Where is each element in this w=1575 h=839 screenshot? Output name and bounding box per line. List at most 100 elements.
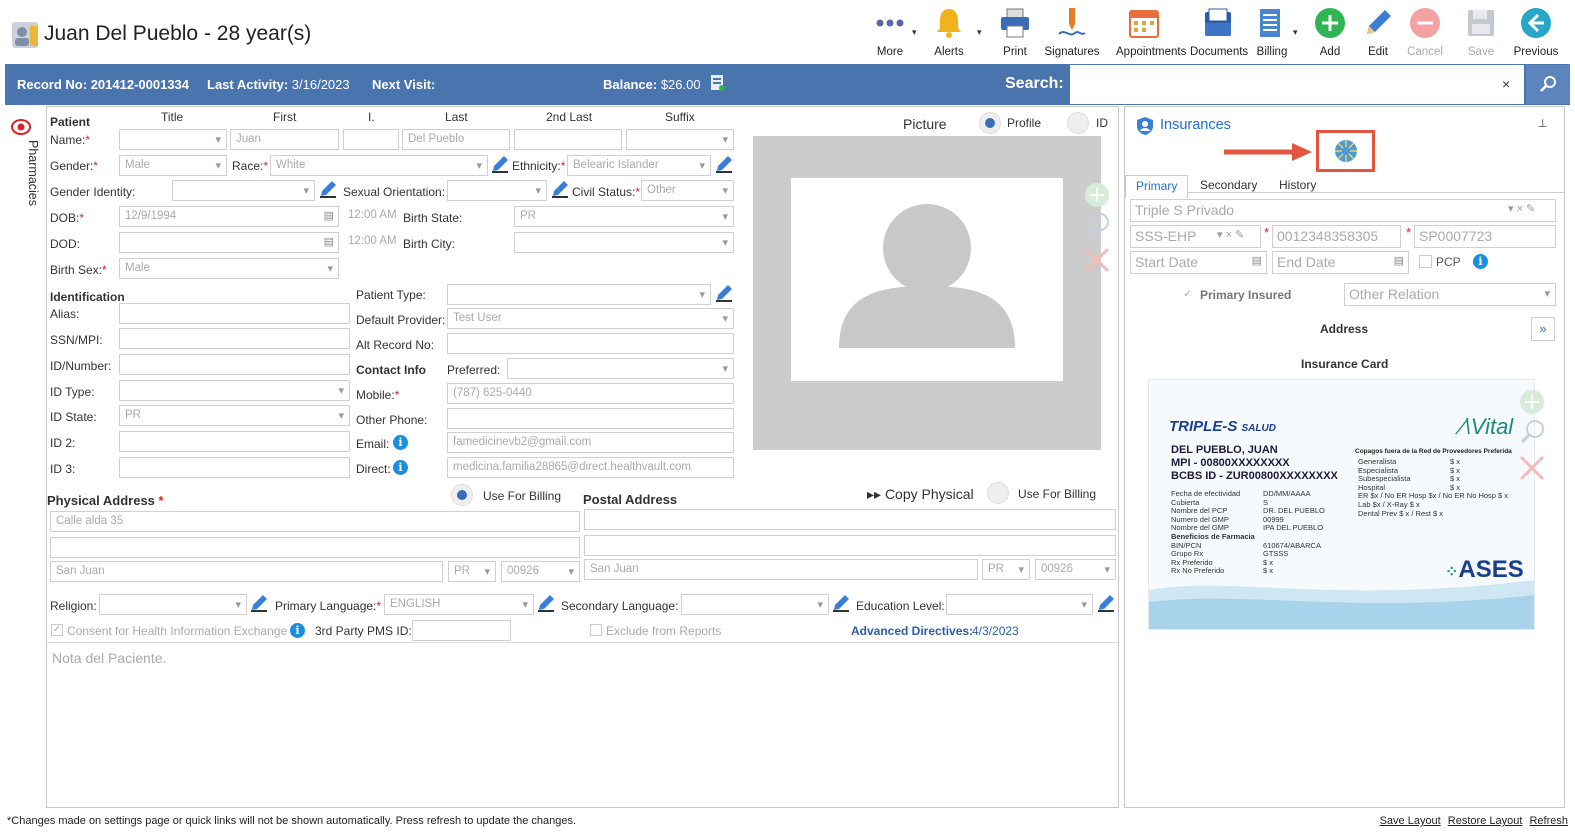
physical-address-line1-input[interactable]: Calle alda 35 [50,511,580,532]
other-phone-input[interactable] [447,408,734,429]
birth-state-select[interactable]: PR [514,206,734,227]
gender-select[interactable]: Male [119,155,227,176]
ethnicity-edit-pencil-icon[interactable] [714,154,734,174]
dod-time-input[interactable]: 12:00 AM [343,232,399,253]
first-name-input[interactable]: Juan [230,129,339,150]
birth-city-select[interactable] [514,232,734,253]
print-button[interactable]: Print [987,6,1043,58]
insurance-plan-select[interactable]: Triple S Privado [1130,199,1556,222]
postal-use-for-billing-radio[interactable] [987,482,1009,504]
alerts-button[interactable]: Alerts [921,6,977,58]
pharmacies-tab[interactable]: Pharmacies [26,140,40,206]
photo-zoom-icon[interactable] [1082,210,1112,240]
physical-zip-select[interactable]: 00926 [501,561,580,582]
id-type-select[interactable] [119,380,350,401]
id-state-select[interactable]: PR [119,405,350,426]
tab-secondary[interactable]: Secondary [1190,175,1267,199]
physical-use-for-billing-radio[interactable] [451,484,473,506]
second-last-name-input[interactable] [514,129,622,150]
save-layout-link[interactable]: Save Layout [1380,815,1441,827]
address-expand-chevron-icon[interactable]: » [1531,317,1555,341]
card-zoom-icon[interactable] [1517,417,1547,447]
alerts-caret-icon[interactable]: ▾ [977,27,982,38]
email-info-icon[interactable]: i [393,435,408,450]
tab-history[interactable]: History [1269,175,1326,199]
insurance-start-date-input[interactable]: Start Date [1130,251,1267,274]
copy-physical-button[interactable]: ▸▸ Copy Physical [867,486,974,503]
card-add-icon[interactable] [1517,387,1547,417]
billing-caret-icon[interactable]: ▾ [1293,27,1298,38]
balance-ledger-icon[interactable] [710,74,726,92]
id-number-input[interactable] [119,354,350,375]
more-button[interactable]: More [862,6,918,58]
ssn-input[interactable] [119,328,350,349]
photo-add-icon[interactable] [1082,180,1112,210]
photo-delete-icon[interactable] [1082,245,1112,275]
profile-radio[interactable] [979,112,1001,134]
exclude-reports-checkbox[interactable] [590,624,602,636]
insurance-end-date-input[interactable]: End Date [1272,251,1409,274]
pharmacies-eye-icon[interactable] [11,118,31,136]
postal-address-line2-input[interactable] [584,535,1116,556]
consent-checkbox[interactable]: ✓ [51,624,63,636]
patient-note-textarea[interactable]: Nota del Paciente. [52,650,166,666]
education-level-select[interactable] [946,594,1093,615]
email-input[interactable]: famedicinevb2@gmail.com [447,432,734,453]
cancel-button[interactable]: Cancel [1397,6,1453,58]
sexual-orientation-select[interactable] [447,180,547,201]
signatures-button[interactable]: Signatures [1044,6,1100,58]
documents-button[interactable]: Documents [1190,6,1248,58]
race-select[interactable]: White [270,155,488,176]
gender-identity-edit-pencil-icon[interactable] [318,179,338,199]
physical-state-select[interactable]: PR [448,561,496,582]
religion-select[interactable] [99,594,247,615]
physical-city-input[interactable]: San Juan [50,561,443,582]
billing-button[interactable]: Billing [1244,6,1300,58]
advanced-directives-value[interactable]: 4/3/2023 [972,624,1019,638]
id-radio[interactable] [1067,112,1089,134]
secondary-language-edit-pencil-icon[interactable] [831,593,851,613]
pin-icon[interactable]: ⊥ [1538,117,1548,130]
card-delete-icon[interactable] [1517,453,1547,483]
gender-identity-select[interactable] [172,180,315,201]
middle-initial-input[interactable] [343,129,399,150]
consent-info-icon[interactable]: i [290,623,305,638]
alias-input[interactable] [119,303,350,324]
secondary-language-select[interactable] [681,594,829,615]
patient-type-select[interactable] [447,284,711,305]
insurance-plan-controls[interactable]: ▾ × ✎ [1508,202,1535,215]
dob-time-input[interactable]: 12:00 AM [343,206,399,227]
id3-input[interactable] [119,457,350,478]
primary-language-select[interactable]: ENGLISH [384,594,534,615]
more-caret-icon[interactable]: ▾ [912,27,917,38]
primary-insured-checkbox[interactable]: ✓ [1183,287,1192,300]
search-button[interactable] [1526,65,1570,104]
appointments-button[interactable]: Appointments [1116,6,1186,58]
race-edit-pencil-icon[interactable] [490,154,510,174]
previous-button[interactable]: Previous [1508,6,1564,58]
alt-record-input[interactable] [447,333,734,354]
tab-primary[interactable]: Primary [1125,175,1189,199]
search-clear-button[interactable]: × [1502,76,1510,92]
education-level-edit-pencil-icon[interactable] [1096,593,1116,613]
postal-zip-select[interactable]: 00926 [1035,559,1116,580]
postal-city-input[interactable]: San Juan [584,559,978,580]
pcp-info-icon[interactable]: i [1473,254,1488,269]
dod-input[interactable] [119,232,339,253]
insurance-group-input[interactable]: SP0007723 [1414,225,1556,248]
search-input[interactable] [1070,65,1524,104]
default-provider-select[interactable]: Test User [447,308,734,329]
dob-input[interactable]: 12/9/1994 [119,206,339,227]
mobile-input[interactable]: (787) 625-0440 [447,383,734,404]
last-name-input[interactable]: Del Pueblo [402,129,510,150]
primary-language-edit-pencil-icon[interactable] [536,593,556,613]
restore-layout-link[interactable]: Restore Layout [1448,815,1523,827]
physical-address-line2-input[interactable] [50,537,580,558]
id2-input[interactable] [119,431,350,452]
pcp-checkbox[interactable] [1419,255,1432,268]
religion-edit-pencil-icon[interactable] [249,593,269,613]
postal-state-select[interactable]: PR [982,559,1030,580]
other-relation-select[interactable]: Other Relation [1344,283,1556,306]
suffix-select[interactable] [626,129,734,150]
direct-email-input[interactable]: medicina.familia28865@direct.healthvault… [447,457,734,478]
